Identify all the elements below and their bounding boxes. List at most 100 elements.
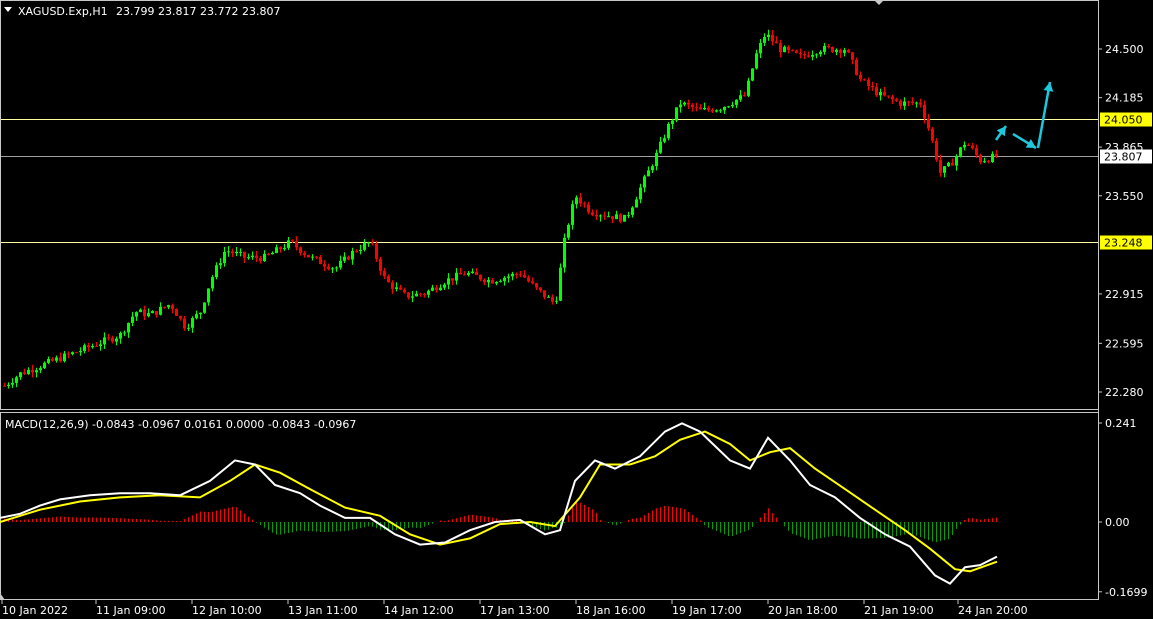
- candle-body: [911, 101, 914, 104]
- candle-body: [483, 279, 486, 283]
- candle-body: [987, 161, 990, 163]
- candle-body: [403, 289, 406, 293]
- candle-body: [47, 358, 50, 363]
- candle-body: [415, 293, 418, 297]
- candle-body: [175, 309, 178, 317]
- candle-body: [603, 215, 606, 217]
- signal-line: [0, 430, 998, 573]
- candle-body: [11, 382, 14, 385]
- candle-body: [899, 100, 902, 106]
- time-tick-label: 10 Jan 2022: [2, 604, 68, 617]
- candle-body: [919, 102, 922, 105]
- candles: [3, 29, 998, 389]
- candle-body: [619, 214, 622, 222]
- time-tick-label: 18 Jan 16:00: [576, 604, 646, 617]
- candle-body: [819, 51, 822, 55]
- candle-body: [995, 153, 998, 157]
- candle-body: [543, 290, 546, 298]
- candle-body: [803, 54, 806, 56]
- candle-body: [259, 258, 262, 262]
- candle-body: [951, 162, 954, 166]
- time-tick-label: 17 Jan 13:00: [480, 604, 550, 617]
- candle-body: [547, 296, 550, 298]
- candle-body: [363, 242, 366, 250]
- candle-body: [799, 52, 802, 55]
- candle-body: [427, 290, 430, 295]
- candle-body: [523, 274, 526, 278]
- candle-body: [59, 357, 62, 362]
- price-tick-label: 23.550: [1105, 190, 1144, 203]
- candle-body: [451, 278, 454, 281]
- candle-body: [507, 276, 510, 278]
- macd-axis-ticks: 0.241 0.00 -0.1699: [1098, 417, 1147, 599]
- candle-body: [87, 345, 90, 348]
- candle-body: [783, 46, 786, 53]
- triangle-down-icon[interactable]: [4, 7, 12, 12]
- symbol-label: XAGUSD.Exp,H1: [18, 5, 108, 18]
- candle-body: [395, 287, 398, 289]
- candle-body: [615, 214, 618, 220]
- macd-tick-label: -0.1699: [1105, 586, 1147, 599]
- candle-body: [503, 277, 506, 282]
- candle-body: [607, 216, 610, 218]
- candle-body: [379, 258, 382, 271]
- candle-body: [591, 212, 594, 215]
- price-tick-label: 22.280: [1105, 386, 1144, 399]
- candle-body: [867, 79, 870, 87]
- candle-body: [159, 306, 162, 315]
- arrow-head-icon: [996, 126, 1006, 137]
- candle-body: [531, 281, 534, 284]
- candle-body: [795, 50, 798, 53]
- candle-body: [983, 161, 986, 163]
- candle-body: [975, 148, 978, 155]
- candle-body: [939, 159, 942, 173]
- candle-body: [887, 95, 890, 97]
- time-tick-label: 19 Jan 17:00: [672, 604, 742, 617]
- candle-body: [719, 110, 722, 112]
- candle-body: [383, 270, 386, 277]
- candle-body: [307, 254, 310, 258]
- candle-body: [327, 266, 330, 270]
- candle-body: [947, 162, 950, 167]
- candle-body: [923, 104, 926, 119]
- candle-body: [439, 287, 442, 291]
- candle-body: [67, 353, 70, 355]
- candle-body: [891, 96, 894, 100]
- candle-body: [611, 216, 614, 220]
- candle-body: [63, 353, 66, 362]
- candle-body: [151, 311, 154, 314]
- macd-tick-label: 0.00: [1105, 516, 1130, 529]
- time-tick-label: 21 Jan 19:00: [864, 604, 934, 617]
- candle-body: [235, 251, 238, 254]
- level-tag-label: 23.248: [1104, 237, 1143, 250]
- candle-body: [587, 204, 590, 213]
- price-tick-label: 22.915: [1105, 288, 1144, 301]
- time-tick-label: 13 Jan 11:00: [288, 604, 358, 617]
- candle-body: [575, 197, 578, 205]
- candle-body: [91, 346, 94, 348]
- candle-body: [199, 312, 202, 315]
- chart-canvas[interactable]: 24.05023.80723.248 24.500 24.185 23.865 23.…: [0, 0, 1153, 619]
- candle-body: [967, 144, 970, 146]
- forecast-arrows: [994, 81, 1054, 150]
- candle-body: [595, 214, 598, 217]
- candle-body: [407, 292, 410, 298]
- arrow-shaft[interactable]: [1036, 81, 1052, 149]
- candle-body: [155, 311, 158, 315]
- candle-body: [231, 251, 234, 254]
- candle-body: [931, 128, 934, 141]
- candle-body: [459, 272, 462, 275]
- candle-body: [467, 272, 470, 275]
- candle-body: [883, 92, 886, 96]
- candle-body: [143, 309, 146, 317]
- candle-body: [647, 170, 650, 177]
- candle-body: [955, 155, 958, 166]
- candle-body: [811, 54, 814, 57]
- candle-body: [679, 104, 682, 108]
- candle-body: [751, 68, 754, 81]
- candle-body: [859, 74, 862, 80]
- candle-body: [223, 251, 226, 264]
- candle-body: [807, 55, 810, 57]
- shift-marker-icon[interactable]: [874, 0, 884, 5]
- level-tag-label: 24.050: [1104, 114, 1143, 127]
